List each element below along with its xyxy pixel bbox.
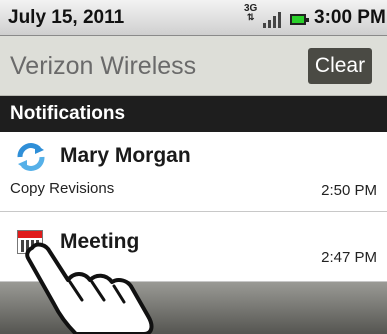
status-date: July 15, 2011 (8, 7, 125, 28)
clear-button[interactable]: Clear (308, 48, 372, 84)
notification-subtitle: Copy Revisions (10, 180, 115, 197)
signal-strength-icon (263, 12, 283, 28)
notification-item-mary-morgan[interactable]: Mary Morgan Copy Revisions 2:50 PM (0, 132, 387, 212)
network-activity-icon: ⇅ (246, 12, 255, 22)
carrier-name: Verizon Wireless (10, 52, 197, 80)
carrier-bar: Verizon Wireless Clear (0, 36, 387, 96)
notification-time: 2:47 PM (321, 249, 377, 266)
battery-icon (290, 14, 309, 25)
network-3g-icon: 3G ⇅ (244, 4, 257, 22)
status-bar: July 15, 2011 3G ⇅ 3:00 PM (0, 0, 387, 36)
notifications-header-label: Notifications (10, 103, 126, 124)
pointing-hand-icon (25, 242, 154, 334)
status-time: 3:00 PM (314, 7, 386, 28)
sync-icon (17, 143, 45, 171)
notification-title: Mary Morgan (60, 144, 191, 167)
notifications-header: Notifications (0, 96, 387, 132)
notification-time: 2:50 PM (321, 182, 377, 199)
